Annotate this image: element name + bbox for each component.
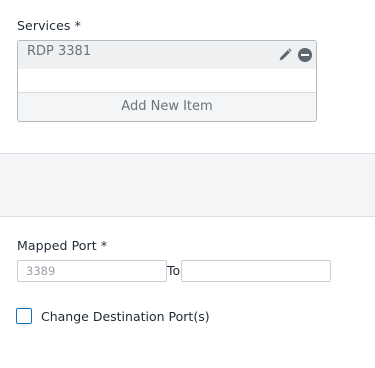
mapped-port-from-input[interactable] [17,260,167,282]
add-new-item-button[interactable]: Add New Item [18,92,316,121]
list-empty-area [18,69,316,92]
section-divider-band [0,153,375,217]
pencil-icon[interactable] [277,47,293,63]
services-label: Services * [17,18,81,33]
to-label: To [167,263,181,278]
mapped-port-to-input[interactable] [181,260,331,282]
mapped-port-label: Mapped Port * [17,238,108,253]
list-item[interactable]: RDP 3381 [18,41,316,69]
change-destination-checkbox[interactable] [16,308,32,324]
services-list: RDP 3381 Add New Item [17,40,317,122]
change-destination-label[interactable]: Change Destination Port(s) [41,309,210,324]
remove-icon[interactable] [297,47,313,63]
service-item-label: RDP 3381 [27,44,92,59]
